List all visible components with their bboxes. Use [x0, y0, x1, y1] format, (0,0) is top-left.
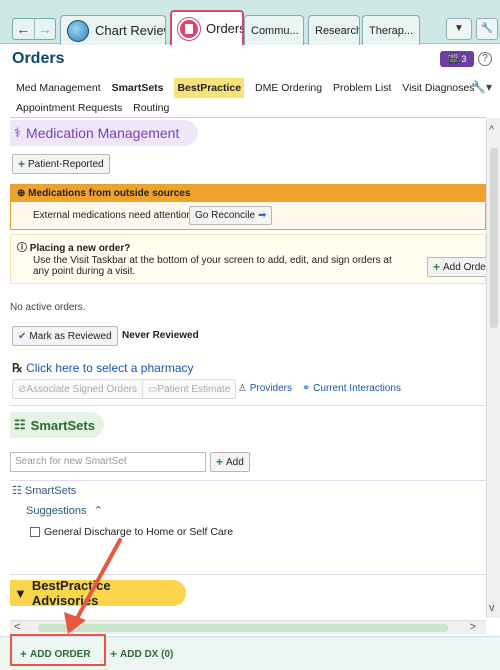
review-status: Never Reviewed [122, 330, 199, 341]
nav-bestpractice[interactable]: BestPractice [174, 78, 245, 98]
smartset-add-button[interactable]: + Add [210, 452, 250, 472]
chevron-up-icon: ⌃ [93, 505, 103, 517]
providers-icon: ♙ [238, 383, 250, 394]
settings-wrench-icon[interactable]: 🔧▾ [471, 80, 492, 94]
page-title: Orders [12, 50, 65, 67]
tab-dropdown-button[interactable]: ▼ [446, 18, 472, 40]
scroll-left-icon[interactable]: < [14, 621, 20, 633]
info-icon: ⓘ [17, 243, 30, 254]
outside-source-icon: ⊕ [17, 188, 29, 199]
bpa-header: ▼ BestPractice Advisories [10, 578, 186, 608]
add-order-inline-button[interactable]: + Add Orde [427, 257, 486, 277]
add-dx-button[interactable]: + ADD DX (0) [110, 647, 173, 661]
horizontal-scrollbar[interactable]: < > [10, 620, 486, 634]
nav-routing[interactable]: Routing [133, 98, 169, 118]
tab-communications[interactable]: Commu... [244, 15, 304, 45]
orders-panel: ⚕ Medication Management + Patient-Report… [10, 118, 486, 620]
section-divider [10, 480, 486, 481]
add-order-highlight [10, 634, 106, 666]
checkbox[interactable] [30, 527, 40, 537]
tab-bar: ← → Chart Review Orders Commu... Researc… [0, 0, 500, 45]
outside-meds-text: External medications need attention. [33, 210, 195, 221]
nav-dme-ordering[interactable]: DME Ordering [255, 78, 322, 98]
patient-reported-button[interactable]: + Patient-Reported [12, 154, 110, 174]
nav-problem-list[interactable]: Problem List [333, 78, 391, 98]
new-order-title: ⓘ Placing a new order? [17, 243, 131, 254]
forward-arrow-icon[interactable]: → [33, 19, 56, 39]
scroll-down-icon[interactable]: v [489, 602, 495, 614]
outside-meds-title: ⊕ Medications from outside sources [11, 185, 485, 202]
med-management-header: ⚕ Medication Management [10, 120, 198, 146]
smartset-search-input[interactable]: Search for new SmartSet [10, 452, 206, 472]
tab-chart-review[interactable]: Chart Review [60, 15, 166, 45]
scroll-thumb[interactable] [490, 148, 498, 328]
nav-appointment-requests[interactable]: Appointment Requests [16, 98, 122, 118]
tab-therapy[interactable]: Therap... [362, 15, 420, 45]
pharmacy-link[interactable]: ℞ Click here to select a pharmacy [12, 361, 194, 375]
rx-icon: ℞ [12, 361, 27, 375]
smartset-icon: ☷ [14, 417, 26, 432]
chevron-down-icon: ▼ [454, 23, 464, 34]
plus-icon: + [433, 260, 441, 274]
mark-reviewed-button[interactable]: ✔ Mark as Reviewed [12, 326, 118, 346]
arrow-right-icon: ➡ [258, 210, 267, 221]
new-order-text: Use the Visit Taskbar at the bottom of y… [33, 255, 392, 277]
smartsets-subheader: ☷ SmartSets [12, 485, 77, 497]
smartsets-header: ☷ SmartSets [10, 412, 104, 438]
interactions-icon: ⚭ [302, 383, 314, 394]
plus-icon: + [110, 647, 118, 661]
nav-visit-diagnoses[interactable]: Visit Diagnoses [402, 78, 474, 98]
smartset-icon: ☷ [12, 485, 25, 497]
providers-link[interactable]: ♙ Providers [238, 383, 292, 394]
no-active-orders: No active orders. [10, 302, 86, 313]
nav-buttons: ← → [12, 18, 56, 40]
associate-signed-orders-button[interactable]: ⊘ Associate Signed Orders [12, 379, 144, 399]
section-divider [10, 574, 486, 575]
vertical-scrollbar[interactable]: ^ v [486, 118, 500, 618]
back-arrow-icon[interactable]: ← [13, 19, 34, 39]
notifications-badge[interactable]: 🎬 3 [440, 51, 474, 67]
current-interactions-link[interactable]: ⚭ Current Interactions [302, 383, 401, 394]
section-nav: Med Management SmartSets BestPractice DM… [16, 78, 486, 118]
tab-orders[interactable]: Orders [170, 10, 244, 45]
link-icon: ⊘ [18, 383, 27, 395]
section-divider [10, 405, 486, 406]
patient-estimate-button[interactable]: ▭ Patient Estimate [142, 379, 237, 399]
go-reconcile-button[interactable]: Go Reconcile ➡ [189, 206, 273, 225]
chart-review-icon [67, 19, 89, 42]
new-order-info: ⓘ Placing a new order? Use the Visit Tas… [10, 234, 486, 284]
checkmark-icon: ✔ [18, 330, 27, 342]
pill-icon: ⚕ [14, 125, 22, 140]
wrench-icon: 🔧 [480, 23, 494, 34]
tab-tools-button[interactable]: 🔧 [476, 18, 498, 40]
scroll-right-icon[interactable]: > [470, 621, 476, 633]
nav-smartsets[interactable]: SmartSets [112, 78, 164, 98]
smartset-suggestion-item[interactable]: General Discharge to Home or Self Care [30, 526, 233, 538]
estimate-icon: ▭ [148, 383, 158, 395]
filter-icon: ▼ [14, 585, 27, 601]
plus-icon: + [216, 455, 224, 469]
scroll-up-icon[interactable]: ^ [489, 124, 494, 136]
horizontal-scroll-thumb[interactable] [38, 624, 448, 632]
outside-meds-alert: ⊕ Medications from outside sources Exter… [10, 184, 486, 230]
plus-icon: + [18, 157, 26, 171]
help-icon[interactable]: ? [478, 52, 492, 66]
nav-med-management[interactable]: Med Management [16, 78, 101, 98]
suggestions-toggle[interactable]: Suggestions ⌃ [26, 504, 103, 517]
tab-research[interactable]: Research [308, 15, 360, 45]
orders-icon [178, 17, 200, 40]
header-icons: 🎬 3 ? [440, 51, 492, 67]
